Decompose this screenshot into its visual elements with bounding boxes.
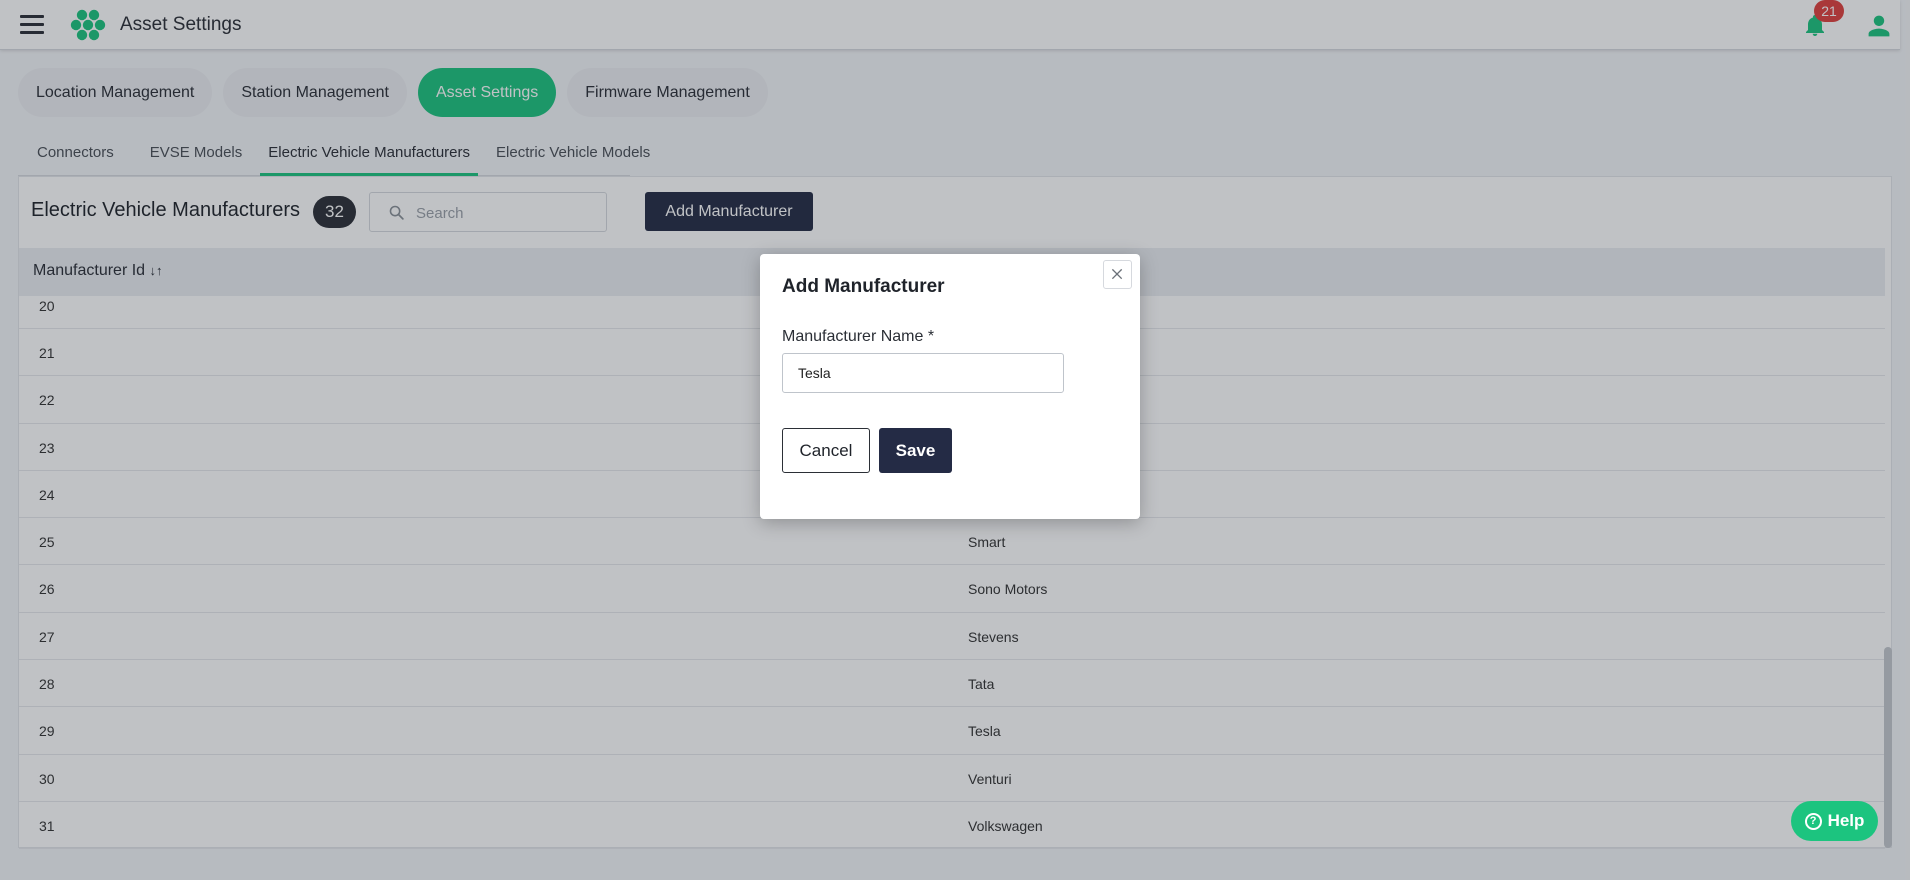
dialog-title: Add Manufacturer [782,276,945,297]
help-button[interactable]: ? Help [1791,801,1878,841]
close-icon [1111,268,1123,280]
question-circle-icon: ? [1804,812,1822,830]
save-button[interactable]: Save [879,428,952,473]
manufacturer-name-input[interactable] [782,353,1064,393]
manufacturer-name-label: Manufacturer Name * [782,328,935,345]
close-button[interactable] [1103,260,1132,289]
add-manufacturer-dialog: Add Manufacturer Manufacturer Name * Can… [760,254,1140,519]
cancel-button[interactable]: Cancel [782,428,870,473]
